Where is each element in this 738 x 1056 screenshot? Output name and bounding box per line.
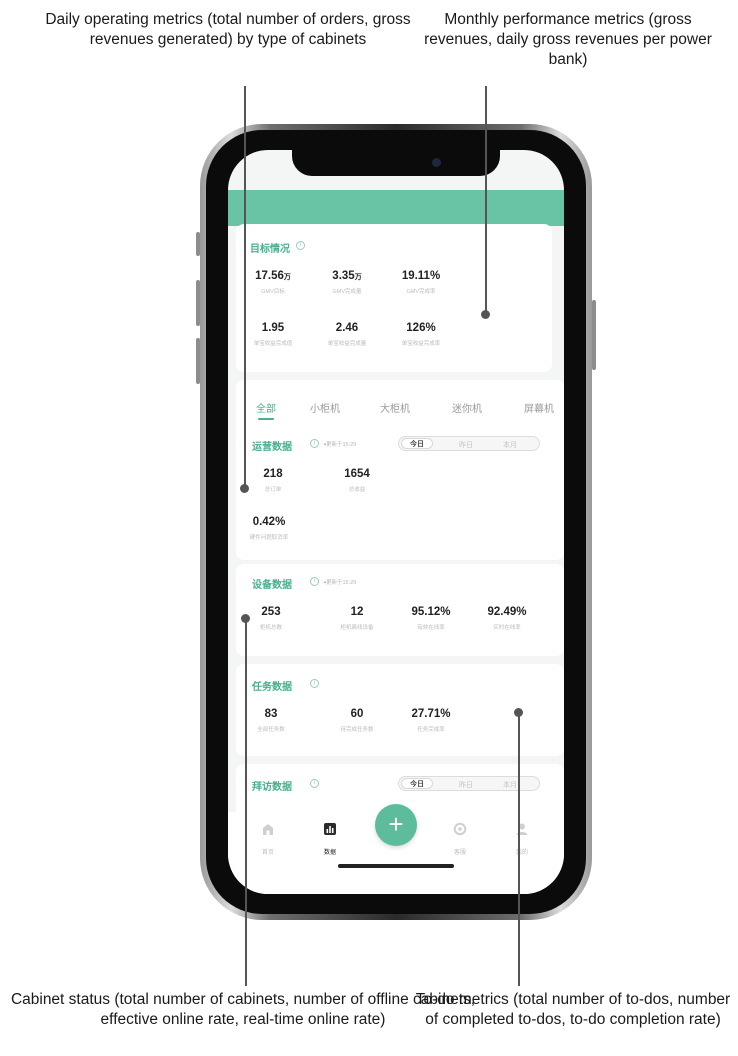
nav-item-data[interactable]: 数据 bbox=[308, 822, 352, 856]
phone-volume-up bbox=[196, 280, 200, 326]
info-icon[interactable]: i bbox=[310, 439, 319, 448]
info-icon[interactable]: i bbox=[310, 679, 319, 688]
leader-dot-monthly-performance bbox=[481, 310, 490, 319]
info-icon[interactable]: i bbox=[296, 241, 305, 250]
tasks-section-title: 任务数据 bbox=[252, 682, 292, 693]
leader-line-todo-metrics bbox=[518, 716, 520, 986]
header-band bbox=[228, 190, 564, 226]
segment-month[interactable]: 本月 bbox=[503, 440, 517, 450]
chart-icon bbox=[324, 823, 336, 835]
segment-month[interactable]: 本月 bbox=[503, 780, 517, 790]
home-icon bbox=[263, 824, 273, 835]
leader-line-monthly-performance bbox=[485, 86, 487, 314]
operations-section-title: 运营数据 bbox=[252, 442, 292, 453]
operations-updated-time: •更新于15:29 bbox=[324, 442, 357, 448]
devices-section-title: 设备数据 bbox=[252, 580, 292, 591]
phone-power-button bbox=[592, 300, 596, 370]
metric-task-completion-rate: 27.71% 任务完成率 bbox=[411, 708, 451, 733]
annotation-monthly-performance-metrics: Monthly performance metrics (gross reven… bbox=[424, 11, 712, 68]
metric-gmv-completed: 3.35万 GMV完成量 bbox=[332, 270, 362, 295]
segment-today[interactable]: 今日 bbox=[401, 438, 433, 449]
tab-screen-cabinet[interactable]: 屏幕机 bbox=[524, 400, 554, 415]
operations-period-selector: 今日 昨日 本月 bbox=[398, 436, 540, 451]
active-tab-indicator bbox=[258, 418, 274, 420]
tab-all[interactable]: 全部 bbox=[256, 400, 276, 415]
metric-per-bank-rate: 126% 单宝收益完成率 bbox=[401, 322, 441, 347]
segment-today[interactable]: 今日 bbox=[401, 778, 433, 789]
metric-per-bank-target: 1.95 单宝收益完成值 bbox=[253, 322, 293, 347]
tab-small-cabinet[interactable]: 小柜机 bbox=[310, 400, 340, 415]
leader-line-daily-operating bbox=[244, 86, 246, 488]
devices-card: 设备数据 i •更新于15:29 253 柜机总数 12 柜机离线设备 95.1… bbox=[236, 564, 564, 656]
segment-yesterday[interactable]: 昨日 bbox=[459, 440, 473, 450]
metric-effective-online-rate: 95.12% 有效在线率 bbox=[411, 606, 451, 631]
metric-offline-cabinets[interactable]: 12 柜机离线设备 bbox=[322, 606, 392, 631]
nav-item-service[interactable]: 客服 bbox=[438, 822, 482, 856]
phone-volume-down bbox=[196, 338, 200, 384]
tab-large-cabinet[interactable]: 大柜机 bbox=[380, 400, 410, 415]
nav-item-profile[interactable]: 我的 bbox=[500, 822, 544, 856]
camera-icon bbox=[432, 158, 441, 167]
home-indicator bbox=[338, 864, 454, 868]
metric-gmv-rate: 19.11% GMV完成率 bbox=[401, 270, 441, 295]
metric-per-bank-completed: 2.46 单宝收益完成量 bbox=[327, 322, 367, 347]
info-icon[interactable]: i bbox=[310, 577, 319, 586]
app-screen: 目标情况 i 17.56万 GMV目标 3.35万 GMV完成量 19.11% … bbox=[228, 150, 564, 894]
metric-hardware-cancel-rate: 0.42% 硬件问题取消率 bbox=[249, 516, 289, 541]
visits-section-title: 拜访数据 bbox=[252, 782, 292, 793]
info-icon[interactable]: i bbox=[310, 779, 319, 788]
add-button[interactable]: + bbox=[375, 804, 417, 846]
nav-item-home[interactable]: 首页 bbox=[246, 822, 290, 856]
metric-total-revenue: 1654 总收益 bbox=[344, 468, 370, 493]
annotation-todo-metrics: To-do metrics (total number of to-dos, n… bbox=[415, 991, 731, 1028]
metric-gmv-target: 17.56万 GMV目标 bbox=[255, 270, 291, 295]
leader-dot-cabinet-status bbox=[241, 614, 250, 623]
service-icon bbox=[453, 822, 467, 836]
target-card: 目标情况 i 17.56万 GMV目标 3.35万 GMV完成量 19.11% … bbox=[236, 224, 552, 372]
leader-dot-daily-operating bbox=[240, 484, 249, 493]
metric-pending-tasks[interactable]: 60 待完成任务数 bbox=[322, 708, 392, 733]
phone-mute-switch bbox=[196, 232, 200, 256]
phone-notch bbox=[292, 150, 500, 176]
metric-realtime-online-rate: 92.49% 实时在线率 bbox=[487, 606, 527, 631]
annotation-daily-operating-metrics: Daily operating metrics (total number of… bbox=[45, 11, 411, 48]
target-section-title: 目标情况 bbox=[250, 244, 290, 255]
leader-line-cabinet-status bbox=[245, 620, 247, 986]
segment-yesterday[interactable]: 昨日 bbox=[459, 780, 473, 790]
tab-mini-cabinet[interactable]: 迷你机 bbox=[452, 400, 482, 415]
leader-dot-todo-metrics bbox=[514, 708, 523, 717]
devices-updated-time: •更新于15:29 bbox=[324, 580, 357, 586]
